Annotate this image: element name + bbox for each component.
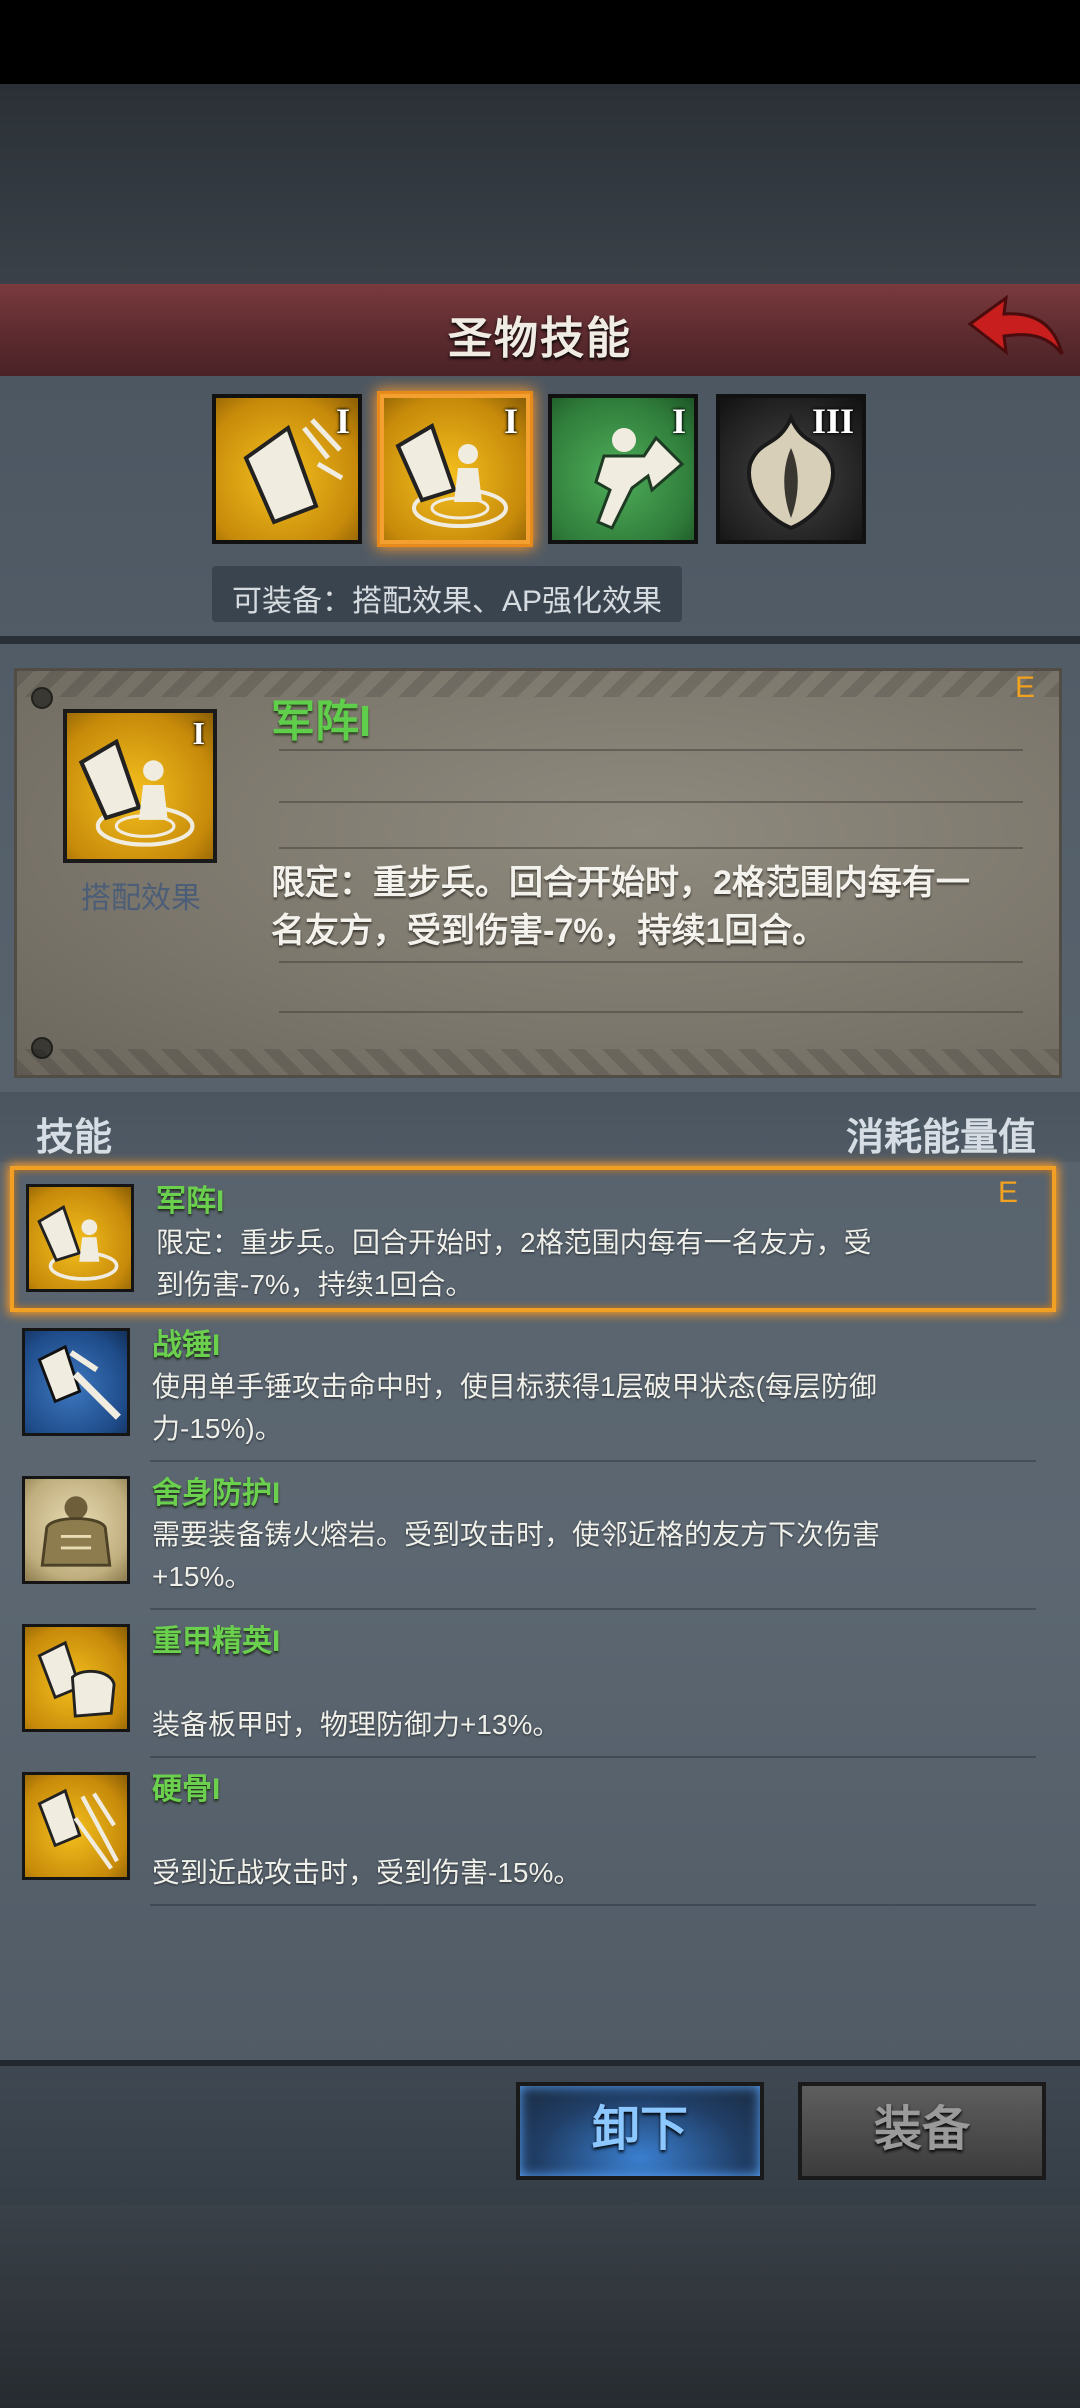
slot-grade: III (811, 401, 854, 441)
back-arrow-icon (967, 294, 1064, 356)
detail-rank: E (1014, 671, 1035, 704)
rule-line (279, 801, 1023, 803)
golem-icon (40, 1496, 112, 1567)
skill-name: 硬骨I (152, 1773, 221, 1806)
skill-icon (22, 1772, 130, 1880)
skill-name: 军阵I (156, 1185, 225, 1218)
hard-bone-icon (37, 1788, 119, 1870)
list-header: 技能 消耗能量值 (0, 1092, 1080, 1162)
skill-icon (22, 1476, 130, 1584)
heavy-armor-icon (37, 1640, 116, 1718)
skill-row-war-hammer[interactable]: 战锤I 使用单手锤攻击命中时，使目标获得1层破甲状态(每层防御力-15%)。 (10, 1314, 1056, 1462)
equip-note-text: 可装备：搭配效果、AP强化效果 (232, 585, 663, 618)
skill-row-formation[interactable]: 军阵I E 限定：重步兵。回合开始时，2格范围内每有一名友方，受到伤害-7%，持… (10, 1166, 1056, 1312)
slot-grade: I (335, 401, 350, 441)
row-separator (150, 1904, 1036, 1906)
divider (0, 636, 1080, 644)
skill-detail-card: I 搭配效果 军阵I E 限定：重步兵。回合开始时，2格范围内每有一名友方，受到… (14, 668, 1062, 1078)
rule-line (279, 749, 1023, 751)
relic-slot-2[interactable]: I (380, 394, 530, 544)
background-top (0, 84, 1080, 284)
war-hammer-icon (37, 1344, 121, 1420)
formation-icon (37, 1204, 119, 1281)
rule-line (279, 961, 1023, 963)
skill-icon (26, 1184, 134, 1292)
skill-description: 装备板甲时，物理防御力+13%。 (152, 1709, 561, 1740)
rivet (31, 1037, 53, 1059)
detail-title: 军阵I (271, 697, 372, 746)
skill-description: 受到近战攻击时，受到伤害-15%。 (152, 1857, 582, 1888)
skill-name: 重甲精英I (152, 1625, 281, 1658)
skill-row-hard-bone[interactable]: 硬骨I 受到近战攻击时，受到伤害-15%。 (10, 1758, 1056, 1906)
slot-grade: I (503, 401, 518, 441)
equip-note: 可装备：搭配效果、AP强化效果 (212, 566, 682, 622)
skill-name: 战锤I (152, 1329, 221, 1362)
skill-description: 需要装备铸火熔岩。受到攻击时，使邻近格的友方下次伤害+15%。 (152, 1519, 881, 1592)
rivet (31, 687, 53, 709)
back-button[interactable] (966, 292, 1066, 368)
skill-row-self-sacrifice[interactable]: 舍身防护I 需要装备铸火熔岩。受到攻击时，使邻近格的友方下次伤害+15%。 (10, 1462, 1056, 1610)
slot-grade: I (671, 401, 686, 441)
relic-slot-1[interactable]: I (212, 394, 362, 544)
relic-slot-3[interactable]: I (548, 394, 698, 544)
rule-line (279, 1011, 1023, 1013)
skill-row-heavy-armor-elite[interactable]: 重甲精英I 装备板甲时，物理防御力+13%。 (10, 1610, 1056, 1758)
title-bar: 圣物技能 (0, 284, 1080, 386)
detail-icon-grade: I (192, 715, 205, 751)
skill-rank: E (997, 1176, 1018, 1209)
background-bottom (0, 2205, 1080, 2408)
detail-icon-label: 搭配效果 (81, 882, 201, 915)
skill-description: 限定：重步兵。回合开始时，2格范围内每有一名友方，受到伤害-7%，持续1回合。 (156, 1227, 872, 1300)
skill-icon (22, 1624, 130, 1732)
formation-icon (78, 738, 195, 847)
skill-name: 舍身防护I (152, 1477, 281, 1510)
skill-icon (22, 1328, 130, 1436)
list-header-skill: 技能 (36, 1117, 113, 1159)
detail-description: 限定：重步兵。回合开始时，2格范围内每有一名友方，受到伤害-7%，持续1回合。 (271, 864, 970, 950)
status-bar (0, 0, 1080, 84)
equip-button[interactable]: 装备 (798, 2082, 1046, 2180)
skill-description: 使用单手锤攻击命中时，使目标获得1层破甲状态(每层防御力-15%)。 (152, 1371, 877, 1444)
page-title: 圣物技能 (448, 314, 632, 363)
list-header-energy: 消耗能量值 (845, 1117, 1036, 1159)
rule-line (279, 847, 1023, 849)
detail-skill-icon: I (63, 709, 217, 863)
unequip-button[interactable]: 卸下 (516, 2082, 764, 2180)
relic-slot-4[interactable]: III (716, 394, 866, 544)
